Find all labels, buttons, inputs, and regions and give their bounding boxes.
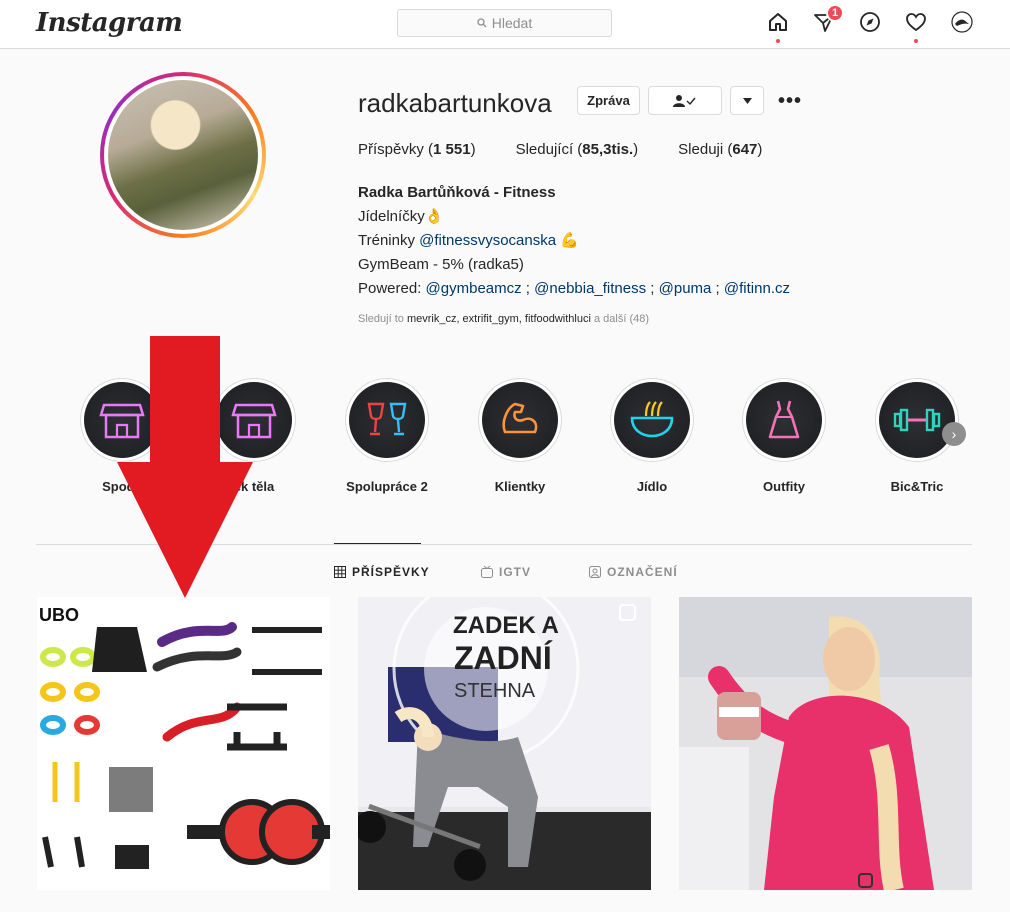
igtv-icon	[481, 566, 493, 578]
direct-badge: 1	[826, 4, 844, 22]
tab-igtv[interactable]: IGTV	[481, 565, 531, 579]
flexed-biceps-emoji-icon: 💪	[560, 232, 579, 249]
mention-link[interactable]: @puma	[659, 280, 712, 297]
top-navigation-bar: Instagram Hledat 1	[0, 0, 1010, 49]
portrait-photo-image	[679, 597, 972, 890]
bio-line-1: Jídelníčky👌	[358, 208, 444, 225]
svg-text:STEHNA: STEHNA	[454, 680, 536, 702]
highlight-item[interactable]: Outfity	[742, 378, 826, 494]
direct-messages-icon[interactable]: 1	[812, 4, 844, 34]
posts-count: Příspěvky (1 551)	[358, 141, 476, 158]
profile-stats: Příspěvky (1 551) Sledující (85,3tis.) S…	[358, 141, 762, 158]
more-options-icon[interactable]: •••	[778, 90, 802, 113]
dress-icon	[768, 400, 800, 439]
instagram-logo[interactable]: Instagram	[36, 8, 183, 38]
noodle-bowl-icon	[630, 401, 674, 438]
search-input[interactable]: Hledat	[397, 9, 612, 37]
highlight-item[interactable]: Klientky	[478, 378, 562, 494]
search-placeholder: Hledat	[491, 15, 533, 31]
post-thumbnail[interactable]: ZADEK A ZADNÍ STEHNA	[358, 597, 651, 890]
highlight-item[interactable]: Spolupráce 2	[345, 378, 429, 494]
tab-posts[interactable]: PŘÍSPĚVKY	[334, 565, 430, 579]
highlight-item[interactable]: Jídlo	[610, 378, 694, 494]
profile-username: radkabartunkova	[358, 88, 552, 118]
explore-compass-icon[interactable]	[858, 10, 882, 34]
profile-photo	[108, 80, 258, 230]
profile-full-name: Radka Bartůňková - Fitness	[358, 184, 556, 201]
svg-text:ZADNÍ: ZADNÍ	[454, 640, 553, 676]
person-check-icon	[673, 94, 696, 107]
bio-line-4: Powered: @gymbeamcz ; @nebbia_fitness ; …	[358, 280, 790, 297]
home-icon[interactable]	[766, 10, 790, 43]
red-arrow-annotation	[117, 336, 253, 598]
biceps-icon	[502, 402, 538, 434]
profile-avatar[interactable]	[100, 72, 266, 238]
mention-link[interactable]: @gymbeamcz	[426, 280, 522, 297]
svg-text:UBO: UBO	[39, 605, 79, 625]
bio-line-3: GymBeam - 5% (radka5)	[358, 256, 524, 273]
workout-video-image: ZADEK A ZADNÍ STEHNA	[358, 597, 651, 890]
wine-glasses-icon	[367, 402, 407, 436]
active-tab-indicator	[334, 543, 421, 544]
bio-line-2: Tréninky @fitnessvysocanska 💪	[358, 232, 579, 249]
caret-down-icon	[742, 97, 752, 104]
tab-tagged[interactable]: OZNAČENÍ	[589, 565, 678, 579]
grid-icon	[334, 566, 346, 578]
mention-link[interactable]: @fitnessvysocanska	[419, 232, 556, 249]
activity-notification-dot	[914, 39, 918, 43]
post-thumbnail[interactable]: UBO	[37, 597, 330, 890]
profile-avatar-icon[interactable]	[950, 10, 974, 34]
fitness-equipment-image: UBO	[37, 597, 330, 890]
following-button[interactable]	[648, 86, 722, 115]
svg-text:ZADEK A: ZADEK A	[453, 612, 559, 639]
mention-link[interactable]: @fitinn.cz	[724, 280, 790, 297]
mention-link[interactable]: @nebbia_fitness	[534, 280, 646, 297]
highlights-next-arrow-icon[interactable]: ›	[942, 422, 966, 446]
followers-count[interactable]: Sledující (85,3tis.)	[516, 141, 639, 158]
tagged-icon	[589, 566, 601, 578]
following-count[interactable]: Sleduji (647)	[678, 141, 762, 158]
message-button[interactable]: Zpráva	[577, 86, 640, 115]
followed-by[interactable]: Sledují to mevrik_cz, extrifit_gym, fitf…	[358, 313, 649, 325]
profile-bio: Radka Bartůňková - Fitness Jídelníčky👌 T…	[358, 181, 790, 301]
home-notification-dot	[776, 39, 780, 43]
post-thumbnail[interactable]	[679, 597, 972, 890]
suggested-dropdown-button[interactable]	[730, 86, 764, 115]
activity-heart-icon[interactable]	[904, 10, 928, 43]
search-icon	[477, 18, 487, 28]
dumbbell-icon	[893, 408, 941, 432]
